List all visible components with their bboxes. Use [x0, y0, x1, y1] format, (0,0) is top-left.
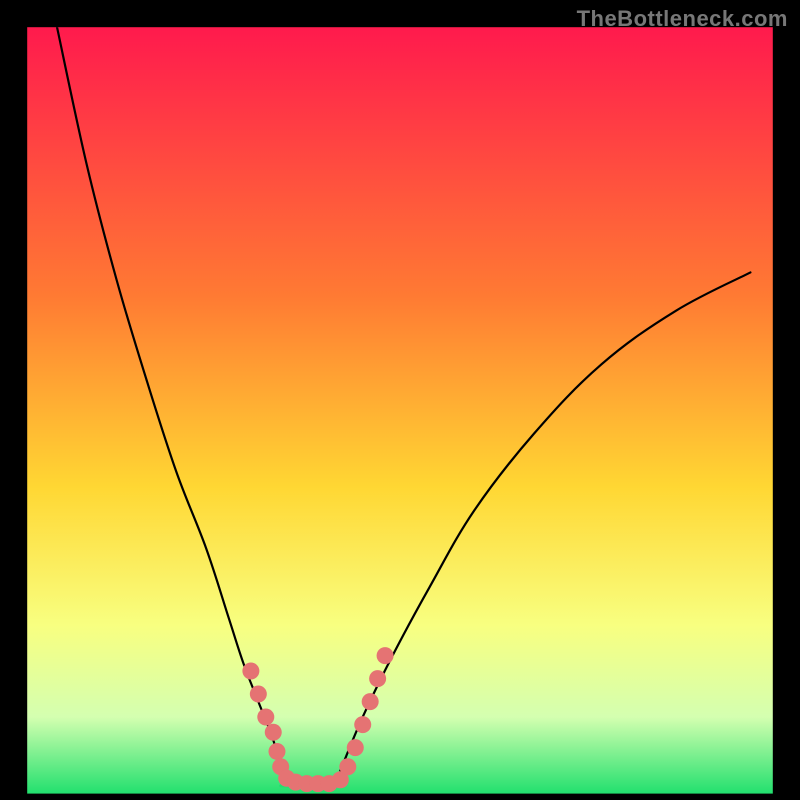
dot-left-dots	[268, 743, 285, 760]
dot-left-dots	[257, 708, 274, 725]
watermark-text: TheBottleneck.com	[577, 6, 788, 32]
chart-container: TheBottleneck.com	[0, 0, 800, 800]
dot-right-dots	[377, 647, 394, 664]
dot-right-dots	[369, 670, 386, 687]
bottleneck-curve-chart	[0, 0, 800, 800]
dot-right-dots	[362, 693, 379, 710]
dot-left-dots	[265, 724, 282, 741]
dot-right-dots	[347, 739, 364, 756]
dot-left-dots	[250, 685, 267, 702]
dot-right-dots	[354, 716, 371, 733]
plot-background	[27, 27, 773, 793]
dot-left-dots	[242, 662, 259, 679]
dot-right-dots	[339, 758, 356, 775]
